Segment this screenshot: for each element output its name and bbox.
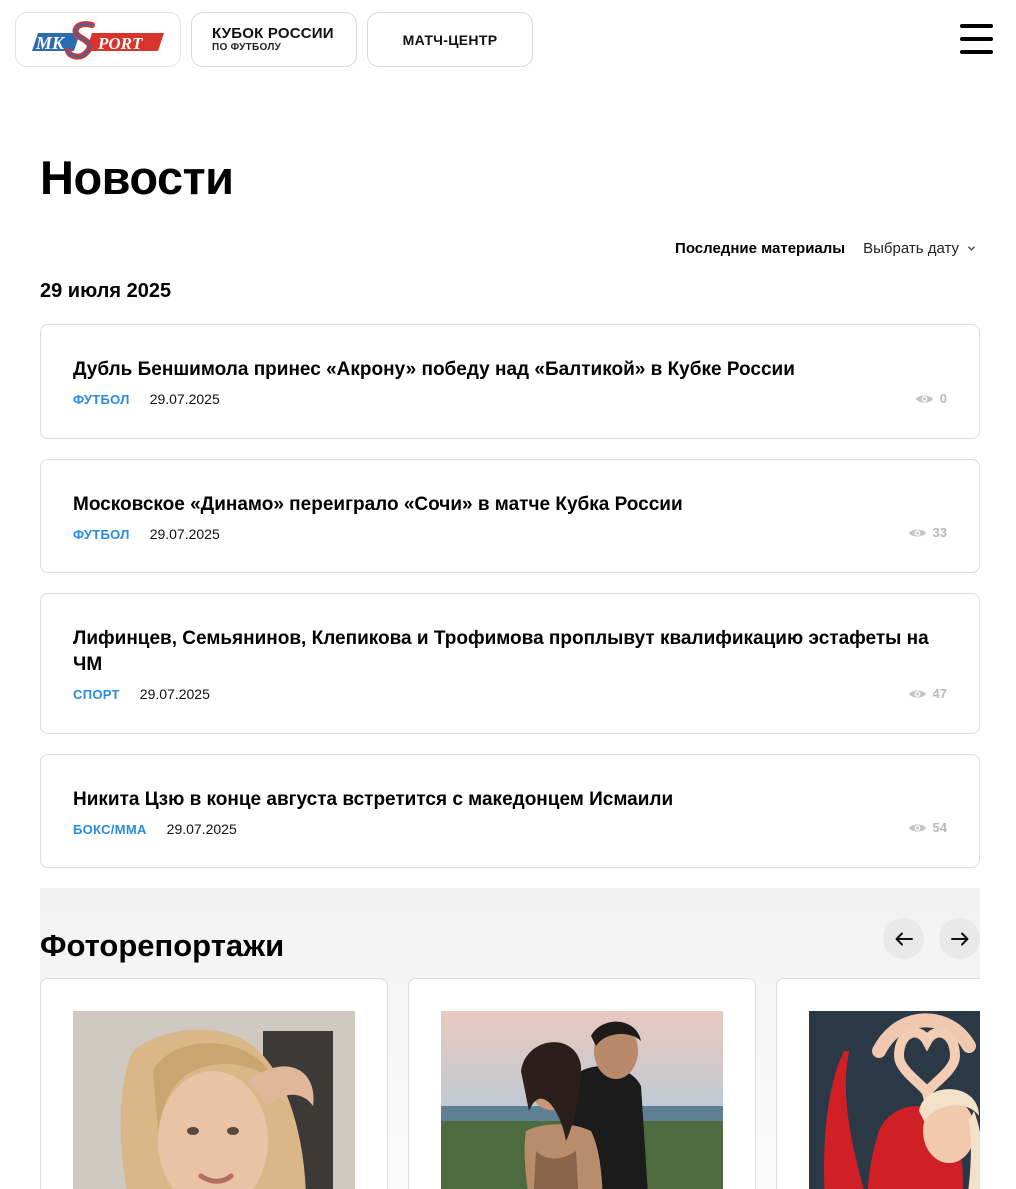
- svg-text:MK: MK: [35, 33, 66, 53]
- views-count: 54: [932, 820, 947, 835]
- news-title[interactable]: Никита Цзю в конце августа встретится с …: [73, 787, 947, 813]
- news-category[interactable]: БОКС/ММА: [73, 822, 147, 837]
- site-header: MK PORT КУБОК РОССИИ ПО ФУТБОЛУ МАТЧ-ЦЕН…: [0, 0, 1016, 80]
- arrow-left-icon: [895, 932, 913, 945]
- arrow-right-icon: [950, 932, 968, 945]
- news-views: 47: [908, 686, 947, 701]
- burger-menu-icon[interactable]: [960, 24, 993, 54]
- photo-report-image[interactable]: [441, 1011, 723, 1189]
- news-views: 0: [915, 391, 947, 406]
- news-date: 29.07.2025: [149, 526, 220, 542]
- news-title[interactable]: Московское «Динамо» переиграло «Сочи» в …: [73, 492, 947, 518]
- photo-reports-title: Фоторепортажи: [40, 928, 285, 963]
- mk-sport-logo-icon: MK PORT: [32, 21, 164, 60]
- russian-cup-button[interactable]: КУБОК РОССИИ ПО ФУТБОЛУ: [191, 12, 357, 67]
- match-center-button[interactable]: МАТЧ-ЦЕНТР: [367, 12, 533, 67]
- news-category[interactable]: ФУТБОЛ: [73, 392, 130, 407]
- carousel-prev-button[interactable]: [883, 918, 924, 959]
- eye-icon: [908, 689, 926, 698]
- photo-report-image[interactable]: [73, 1011, 355, 1189]
- site-logo[interactable]: MK PORT: [15, 12, 181, 67]
- views-count: 0: [939, 391, 947, 406]
- latest-materials-filter[interactable]: Последние материалы: [675, 240, 845, 257]
- russian-cup-title: КУБОК РОССИИ: [212, 25, 334, 42]
- news-card[interactable]: Лифинцев, Семьянинов, Клепикова и Трофим…: [40, 593, 980, 734]
- views-count: 33: [932, 525, 947, 540]
- date-select[interactable]: Выбрать дату: [863, 240, 976, 257]
- news-date: 29.07.2025: [149, 391, 220, 407]
- news-title[interactable]: Дубль Беншимола принес «Акрону» победу н…: [73, 357, 947, 383]
- news-meta: ФУТБОЛ 29.07.2025: [73, 391, 947, 407]
- news-meta: СПОРТ 29.07.2025: [73, 686, 947, 702]
- news-meta: БОКС/ММА 29.07.2025: [73, 821, 947, 837]
- chevron-down-icon: [967, 246, 976, 251]
- eye-icon: [908, 823, 926, 832]
- page-title: Новости: [40, 151, 234, 204]
- news-card[interactable]: Никита Цзю в конце августа встретится с …: [40, 754, 980, 868]
- photo-report-card[interactable]: [776, 978, 980, 1189]
- news-date: 29.07.2025: [166, 821, 237, 837]
- news-views: 33: [908, 525, 947, 540]
- news-card[interactable]: Дубль Беншимола принес «Акрону» победу н…: [40, 324, 980, 439]
- news-views: 54: [908, 820, 947, 835]
- date-heading: 29 июля 2025: [40, 280, 172, 302]
- news-title[interactable]: Лифинцев, Семьянинов, Клепикова и Трофим…: [73, 626, 947, 678]
- svg-text:PORT: PORT: [97, 34, 143, 53]
- news-category[interactable]: ФУТБОЛ: [73, 527, 130, 542]
- news-filters: Последние материалы Выбрать дату: [675, 240, 976, 257]
- date-select-label: Выбрать дату: [863, 240, 959, 257]
- photo-reports-section: Фоторепортажи: [40, 888, 980, 1189]
- news-date: 29.07.2025: [139, 686, 210, 702]
- photo-report-image[interactable]: [809, 1011, 980, 1189]
- photo-report-card[interactable]: [408, 978, 756, 1189]
- news-meta: ФУТБОЛ 29.07.2025: [73, 526, 947, 542]
- views-count: 47: [932, 686, 947, 701]
- news-card[interactable]: Московское «Динамо» переиграло «Сочи» в …: [40, 459, 980, 573]
- eye-icon: [908, 528, 926, 537]
- news-category[interactable]: СПОРТ: [73, 687, 120, 702]
- photo-report-card[interactable]: [40, 978, 388, 1189]
- eye-icon: [915, 394, 933, 403]
- russian-cup-subtitle: ПО ФУТБОЛУ: [212, 42, 282, 53]
- carousel-next-button[interactable]: [939, 918, 980, 959]
